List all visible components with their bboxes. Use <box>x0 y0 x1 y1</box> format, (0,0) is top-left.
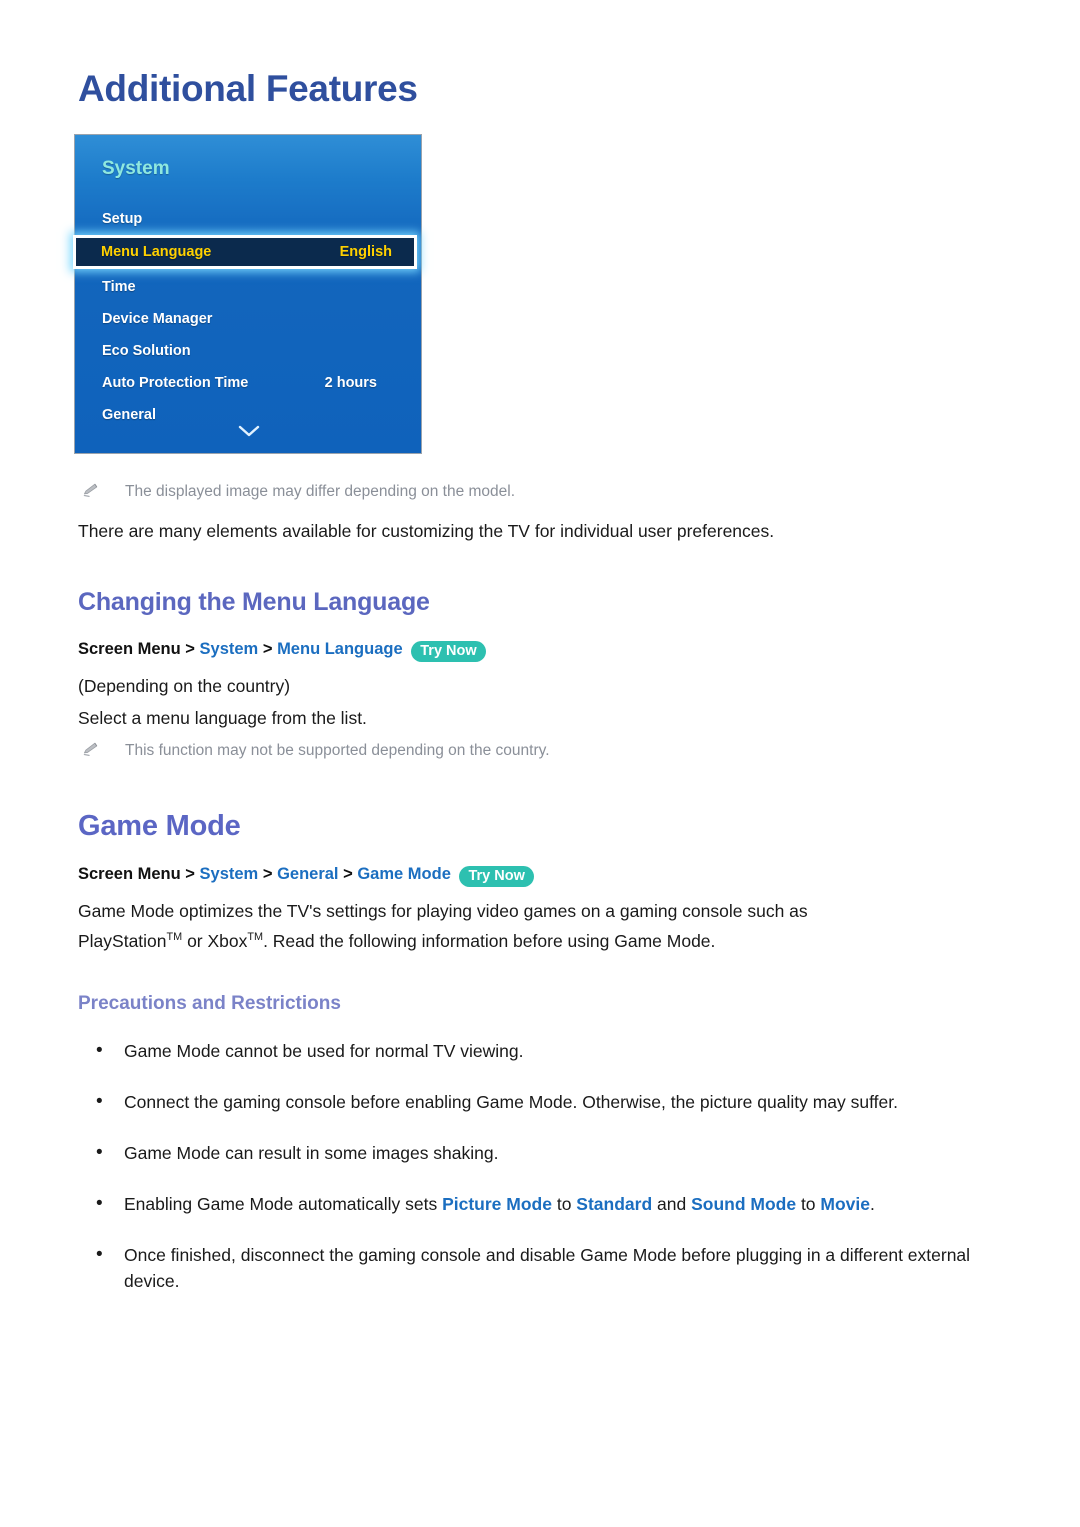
tv-menu-row-label: Eco Solution <box>102 343 191 359</box>
list-item: • Connect the gaming console before enab… <box>78 1089 1008 1116</box>
breadcrumb-separator: > <box>185 640 195 658</box>
list-item-text: Game Mode can result in some images shak… <box>124 1142 499 1163</box>
xbox-text: or Xbox <box>182 931 248 951</box>
bullet-mid-text: to <box>796 1193 821 1214</box>
breadcrumb-separator: > <box>343 865 353 883</box>
menu-language-line-2: Select a menu language from the list. <box>78 708 367 728</box>
tv-menu-row-label: Time <box>102 279 136 295</box>
subheading-precautions: Precautions and Restrictions <box>78 993 341 1014</box>
list-item-text: Enabling Game Mode automatically sets Pi… <box>124 1191 1008 1217</box>
list-item-text: Connect the gaming console before enabli… <box>124 1091 898 1112</box>
tv-menu-row-label: Device Manager <box>102 311 213 327</box>
breadcrumb-level-2: General <box>277 865 339 883</box>
tv-menu-row-time[interactable]: Time <box>75 271 423 303</box>
tv-menu-row-label: Menu Language <box>101 244 212 260</box>
breadcrumb-separator: > <box>262 640 273 658</box>
menu-language-line-1: (Depending on the country) <box>78 676 291 696</box>
breadcrumb-root: Screen Menu <box>78 640 181 658</box>
breadcrumb-menu-language: Screen Menu > System > Menu Language Try… <box>78 640 486 662</box>
tv-menu-row-label: Auto Protection Time <box>102 375 249 391</box>
document-page: Additional Features System Setup Menu La… <box>0 0 1080 1527</box>
keyword-movie: Movie <box>820 1193 871 1214</box>
page-title: Additional Features <box>78 68 418 109</box>
game-mode-body-tail: . Read the following information before … <box>263 931 716 951</box>
game-mode-body-line-1: Game Mode optimizes the TV's settings fo… <box>78 901 808 921</box>
breadcrumb-level-2: Menu Language <box>277 640 403 658</box>
bullet-pre-text: Enabling Game Mode automatically sets <box>124 1193 443 1214</box>
breadcrumb-separator: > <box>262 865 273 883</box>
tv-menu-row-label: Setup <box>102 211 143 227</box>
note-text: This function may not be supported depen… <box>125 742 550 759</box>
tv-menu-row-value: 2 hours <box>324 375 377 391</box>
bullet-marker: • <box>96 1040 103 1061</box>
tv-menu-row-setup[interactable]: Setup <box>75 203 423 235</box>
breadcrumb-level-3: Game Mode <box>357 865 451 883</box>
list-item: • Game Mode cannot be used for normal TV… <box>78 1038 1008 1065</box>
note-text: The displayed image may differ depending… <box>125 483 516 500</box>
list-item: • Game Mode can result in some images sh… <box>78 1140 1008 1167</box>
pencil-icon <box>82 740 104 766</box>
note-displayed-image: The displayed image may differ depending… <box>82 481 902 507</box>
heading-game-mode: Game Mode <box>78 810 241 842</box>
tv-menu-row-device-manager[interactable]: Device Manager <box>75 303 423 335</box>
bullet-post-text: . <box>870 1193 875 1214</box>
bullet-marker: • <box>96 1141 103 1163</box>
tv-menu-row-value: English <box>339 244 392 260</box>
bullet-marker: • <box>96 1192 103 1214</box>
breadcrumb-root: Screen Menu <box>78 865 181 883</box>
list-item: • Enabling Game Mode automatically sets … <box>78 1191 1008 1218</box>
try-now-badge[interactable]: Try Now <box>459 866 534 887</box>
breadcrumb-level-1: System <box>199 865 259 883</box>
breadcrumb-separator: > <box>185 865 195 883</box>
try-now-badge[interactable]: Try Now <box>411 641 486 662</box>
bullet-marker: • <box>96 1243 103 1265</box>
breadcrumb-level-1: System <box>199 640 259 658</box>
tv-menu-row-label: General <box>102 407 156 423</box>
chevron-down-icon[interactable] <box>75 423 423 440</box>
tv-menu-row-menu-language[interactable]: Menu Language English <box>73 235 417 269</box>
bullet-marker: • <box>96 1090 103 1112</box>
keyword-sound-mode: Sound Mode <box>691 1193 797 1214</box>
tv-menu-row-auto-protection-time[interactable]: Auto Protection Time 2 hours <box>75 367 423 399</box>
trademark-mark: TM <box>247 931 264 944</box>
game-mode-body-line-2: PlayStationTM or XboxTM. Read the follow… <box>78 928 978 955</box>
list-item: • Once finished, disconnect the gaming c… <box>78 1242 1008 1295</box>
trademark-mark: TM <box>166 931 183 944</box>
tv-menu-title: System <box>102 158 170 179</box>
precautions-list: • Game Mode cannot be used for normal TV… <box>78 1038 1008 1318</box>
pencil-icon <box>82 481 104 507</box>
bullet-mid-text: to <box>551 1193 577 1214</box>
playstation-text: PlayStation <box>78 931 167 951</box>
keyword-picture-mode: Picture Mode <box>442 1193 552 1214</box>
tv-menu-row-eco-solution[interactable]: Eco Solution <box>75 335 423 367</box>
list-item-text: Game Mode cannot be used for normal TV v… <box>124 1041 524 1061</box>
list-item-text: Once finished, disconnect the gaming con… <box>124 1244 971 1292</box>
tv-menu-panel: System Setup Menu Language English Time … <box>73 134 423 454</box>
intro-paragraph: There are many elements available for cu… <box>78 521 775 541</box>
note-country-support: This function may not be supported depen… <box>82 740 902 766</box>
bullet-mid-text: and <box>652 1193 692 1214</box>
keyword-standard: Standard <box>576 1193 653 1214</box>
heading-changing-menu-language: Changing the Menu Language <box>78 588 430 616</box>
breadcrumb-game-mode: Screen Menu > System > General > Game Mo… <box>78 865 534 887</box>
